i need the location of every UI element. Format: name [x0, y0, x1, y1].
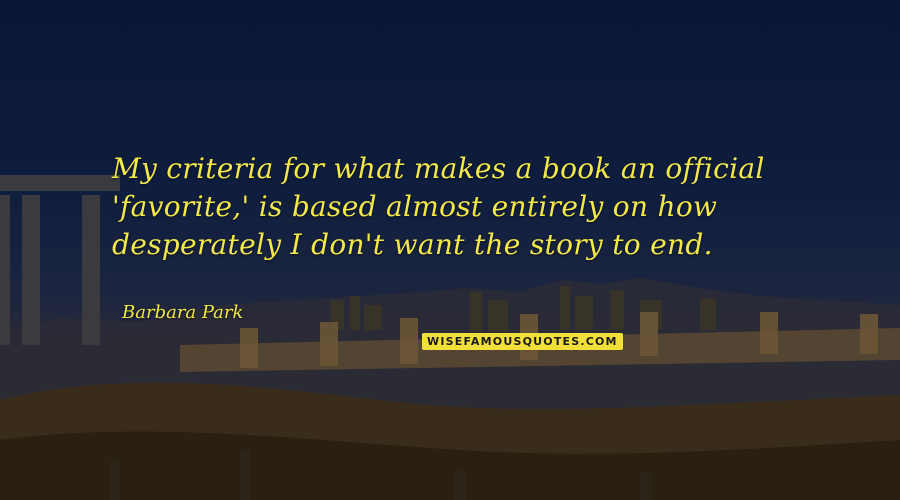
quote-line: 'favorite,' is based almost entirely on … [112, 190, 718, 223]
quote-card: My criteria for what makes a book an off… [0, 0, 900, 500]
quote-author: Barbara Park [122, 302, 244, 323]
quote-line: My criteria for what makes a book an off… [112, 152, 765, 185]
quote-text: My criteria for what makes a book an off… [112, 150, 812, 264]
watermark-badge: WISEFAMOUSQUOTES.COM [422, 333, 623, 350]
quote-line: desperately I don't want the story to en… [112, 228, 713, 261]
